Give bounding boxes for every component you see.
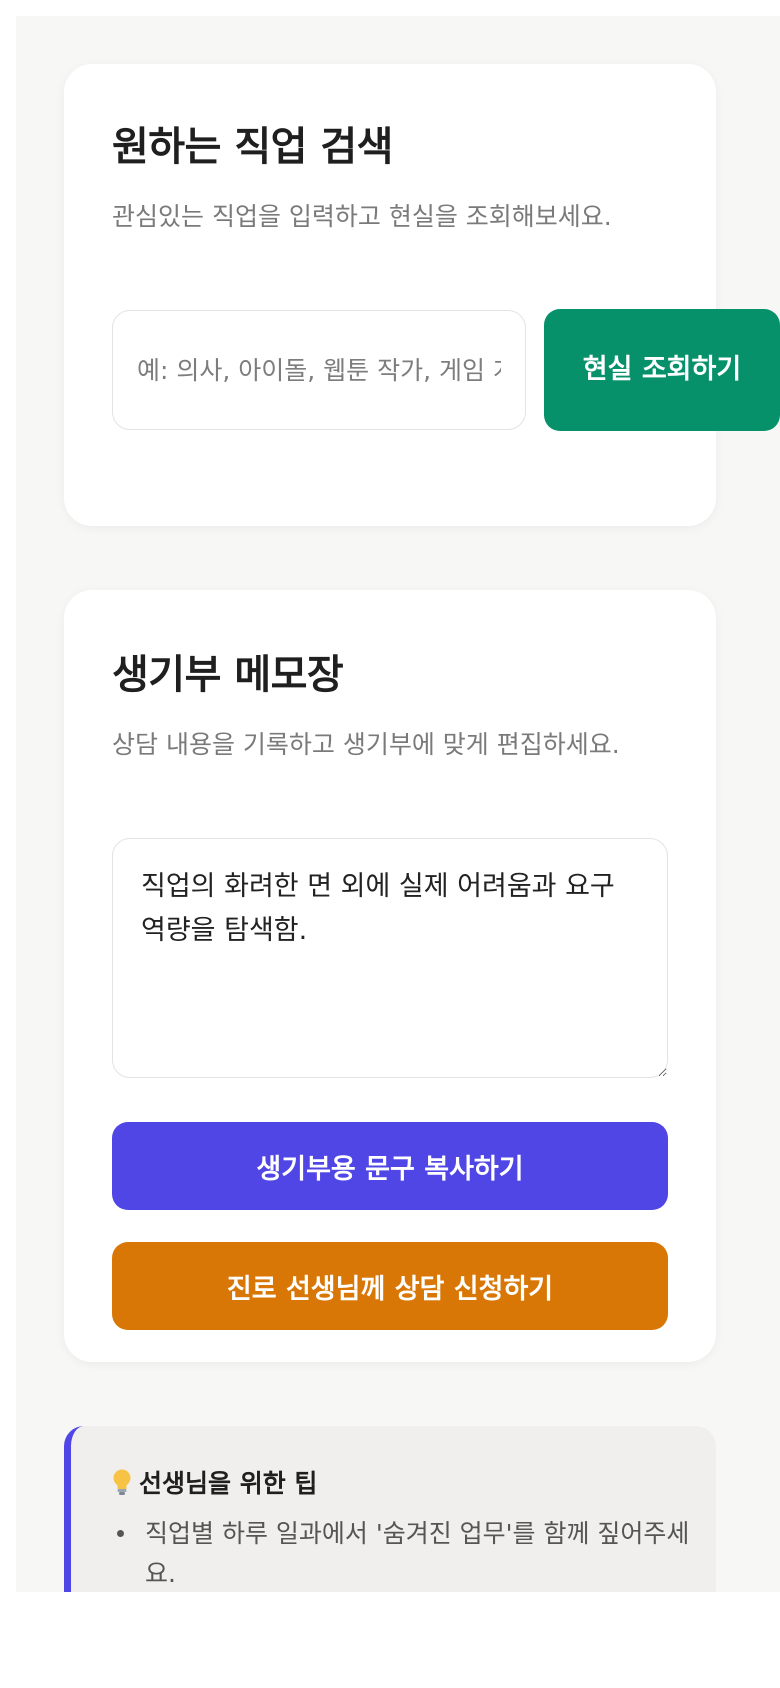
request-consultation-button[interactable]: 진로 선생님께 상담 신청하기 xyxy=(112,1242,668,1330)
memo-title: 생기부 메모장 xyxy=(112,652,344,698)
lightbulb-icon xyxy=(113,1469,131,1495)
tips-heading: 선생님을 위한 팁 xyxy=(111,1464,317,1500)
job-search-input[interactable] xyxy=(112,310,526,430)
tips-title: 선생님을 위한 팁 xyxy=(139,1469,318,1498)
teacher-tips-box: 선생님을 위한 팁 직업별 하루 일과에서 '숨겨진 업무'를 함께 짚어주세요… xyxy=(64,1426,716,1592)
memo-description: 상담 내용을 기록하고 생기부에 맞게 편집하세요. xyxy=(112,730,620,759)
copy-record-text-button[interactable]: 생기부용 문구 복사하기 xyxy=(112,1122,668,1210)
tips-list: 직업별 하루 일과에서 '숨겨진 업무'를 함께 짚어주세요. xyxy=(111,1514,691,1592)
tip-text: 직업별 하루 일과에서 '숨겨진 업무'를 함께 짚어주세요. xyxy=(145,1519,690,1588)
page-area: 원하는 직업 검색 관심있는 직업을 입력하고 현실을 조회해보세요. 현실 조… xyxy=(16,16,780,1592)
job-search-title: 원하는 직업 검색 xyxy=(112,124,393,170)
tip-item: 직업별 하루 일과에서 '숨겨진 업무'를 함께 짚어주세요. xyxy=(111,1514,691,1592)
record-memo-card: 생기부 메모장 상담 내용을 기록하고 생기부에 맞게 편집하세요. 직업의 화… xyxy=(64,590,716,1362)
bullet-icon xyxy=(117,1530,124,1537)
job-search-card: 원하는 직업 검색 관심있는 직업을 입력하고 현실을 조회해보세요. 현실 조… xyxy=(64,64,780,526)
reality-check-button[interactable]: 현실 조회하기 xyxy=(544,309,780,431)
job-search-description: 관심있는 직업을 입력하고 현실을 조회해보세요. xyxy=(112,202,612,231)
memo-textarea[interactable]: 직업의 화려한 면 외에 실제 어려움과 요구 역량을 탐색함. xyxy=(112,838,668,1078)
